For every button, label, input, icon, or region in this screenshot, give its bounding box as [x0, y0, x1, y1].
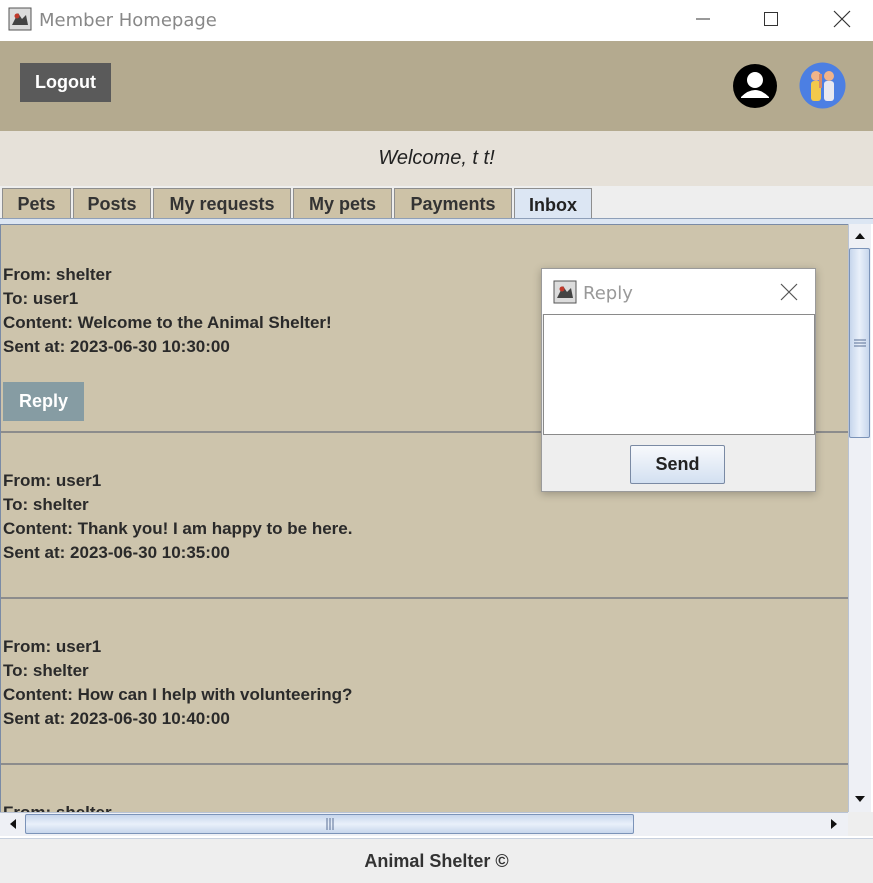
grip-icon	[326, 818, 333, 830]
vertical-scrollbar[interactable]	[848, 224, 871, 812]
message-from: From: shelter	[3, 801, 112, 812]
maximize-icon	[764, 12, 778, 26]
tab-posts[interactable]: Posts	[73, 188, 151, 219]
chevron-right-icon	[831, 819, 837, 829]
message-sent-at: Sent at: 2023-06-30 10:40:00	[3, 709, 230, 728]
message-separator	[1, 597, 848, 599]
tab-my-pets[interactable]: My pets	[293, 188, 392, 219]
send-button[interactable]: Send	[630, 445, 725, 484]
close-window-button[interactable]	[819, 0, 865, 38]
message-to: To: shelter	[3, 495, 89, 514]
scroll-corner	[848, 812, 873, 836]
logout-button[interactable]: Logout	[20, 63, 111, 102]
message-from: From: user1	[3, 637, 102, 656]
close-icon	[780, 283, 798, 301]
message-sent-at: Sent at: 2023-06-30 10:30:00	[3, 337, 230, 356]
reply-text-area[interactable]	[543, 314, 815, 435]
horizontal-scrollbar[interactable]	[0, 812, 848, 836]
chevron-up-icon	[855, 233, 865, 239]
welcome-message: Welcome, t t!	[0, 131, 873, 186]
user-profile-icon[interactable]	[732, 63, 778, 109]
message-to: To: user1	[3, 289, 79, 308]
dialog-titlebar: Reply	[542, 269, 815, 314]
tab-inbox[interactable]: Inbox	[514, 188, 592, 221]
chevron-left-icon	[10, 819, 16, 829]
window-title: Member Homepage	[39, 10, 217, 31]
minimize-icon	[696, 18, 710, 20]
reply-button[interactable]: Reply	[3, 382, 84, 421]
minimize-button[interactable]	[680, 0, 726, 38]
message-separator	[1, 763, 848, 765]
footer-text: Animal Shelter ©	[0, 838, 873, 883]
window-titlebar: Member Homepage	[0, 0, 873, 41]
message-item: From: shelter To: user1 Content: Welcome…	[3, 263, 332, 359]
dialog-close-button[interactable]	[778, 281, 800, 303]
message-from: From: user1	[3, 471, 102, 490]
scroll-left-button[interactable]	[1, 813, 25, 835]
avatar[interactable]	[799, 62, 846, 109]
message-content: Content: How can I help with volunteerin…	[3, 685, 353, 704]
vertical-scroll-thumb[interactable]	[849, 248, 870, 438]
message-content: Content: Welcome to the Animal Shelter!	[3, 313, 332, 332]
maximize-button[interactable]	[748, 0, 794, 38]
dialog-title: Reply	[583, 283, 633, 304]
tab-payments[interactable]: Payments	[394, 188, 512, 219]
tab-pets[interactable]: Pets	[2, 188, 71, 219]
message-content: Content: Thank you! I am happy to be her…	[3, 519, 353, 538]
header-bar: Logout	[0, 41, 873, 131]
grip-icon	[853, 339, 866, 347]
close-icon	[833, 10, 851, 28]
java-app-icon	[553, 280, 577, 304]
scroll-up-button[interactable]	[849, 225, 871, 247]
scroll-down-button[interactable]	[849, 788, 871, 810]
message-sent-at: Sent at: 2023-06-30 10:35:00	[3, 543, 230, 562]
java-app-icon	[8, 7, 32, 31]
message-from: From: shelter	[3, 265, 112, 284]
message-item: From: user1 To: shelter Content: Thank y…	[3, 469, 352, 565]
reply-dialog: Reply Send	[541, 268, 816, 492]
chevron-down-icon	[855, 796, 865, 802]
message-item: From: user1 To: shelter Content: How can…	[3, 635, 352, 731]
message-to: To: shelter	[3, 661, 89, 680]
scroll-right-button[interactable]	[822, 813, 846, 835]
horizontal-scroll-thumb[interactable]	[25, 814, 634, 834]
tab-my-requests[interactable]: My requests	[153, 188, 291, 219]
message-item: From: shelter	[3, 801, 112, 812]
